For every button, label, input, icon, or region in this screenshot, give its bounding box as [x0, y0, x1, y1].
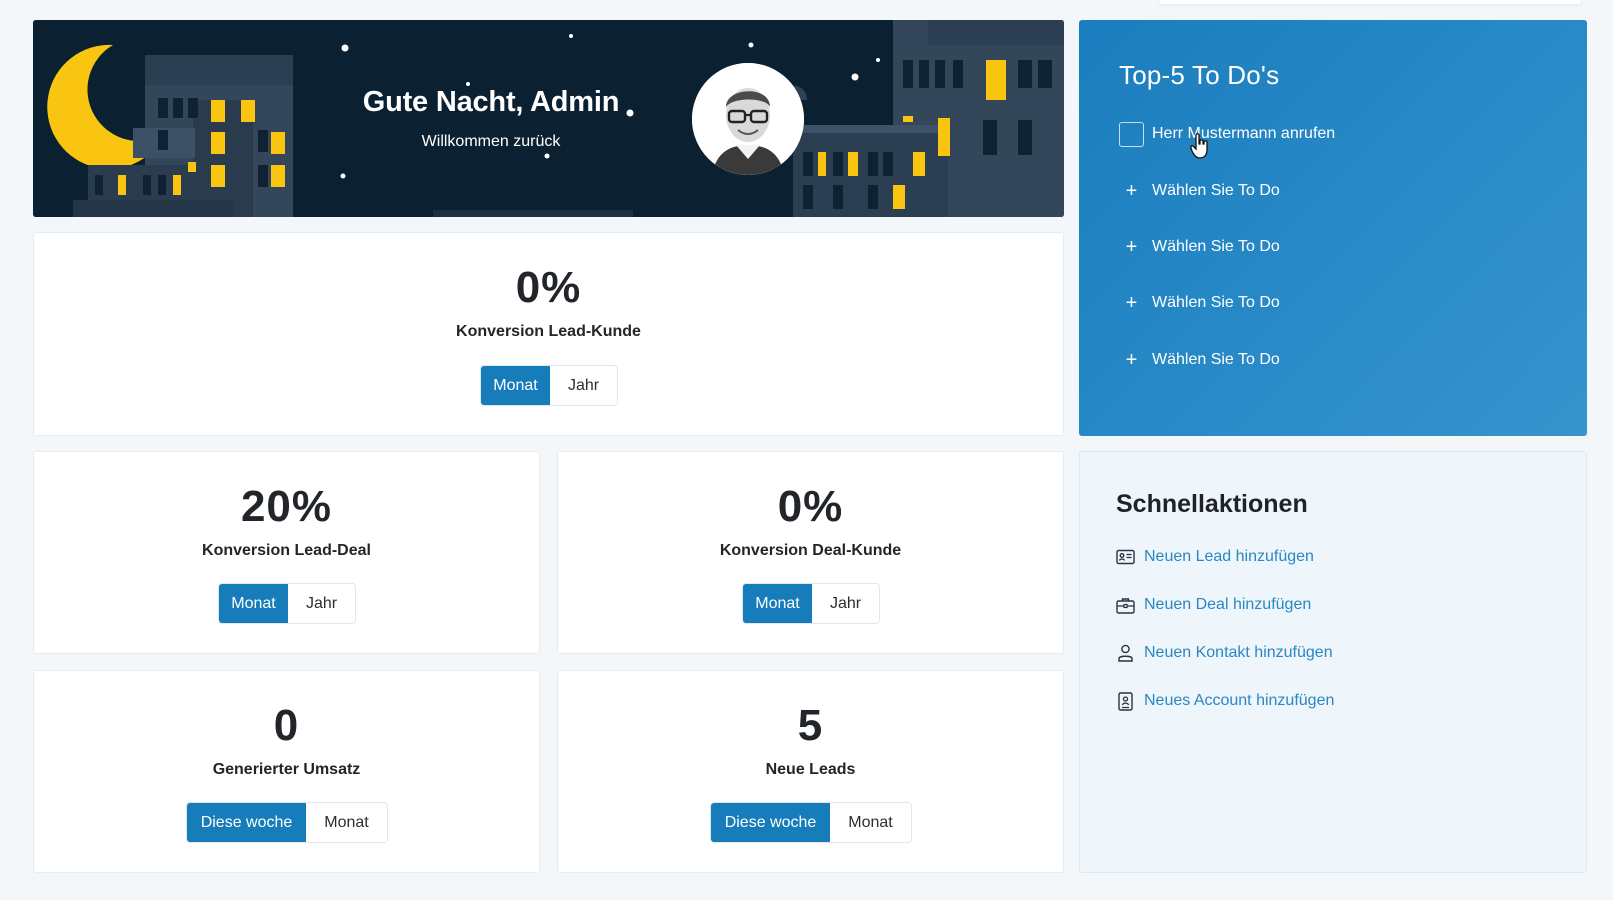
kpi-value: 20%	[240, 482, 333, 531]
kpi-label: Neue Leads	[765, 761, 856, 778]
toggle-diese-woche[interactable]: Diese woche	[711, 803, 830, 842]
toggle-monat[interactable]: Monat	[219, 584, 288, 623]
welcome-banner: Gute Nacht, Admin Willkommen zurück	[33, 20, 1064, 217]
todo-label: Wählen Sie To Do	[1152, 182, 1280, 199]
period-toggle: Monat Jahr	[218, 583, 356, 624]
user-avatar[interactable]	[692, 63, 804, 175]
toggle-jahr[interactable]: Jahr	[812, 584, 879, 623]
todo-panel: Top-5 To Do's Herr Mustermann anrufen + …	[1079, 20, 1587, 436]
todo-add-item[interactable]: + Wählen Sie To Do	[1119, 233, 1280, 261]
toggle-monat[interactable]: Monat	[830, 803, 911, 842]
kpi-label: Konversion Lead-Deal	[202, 542, 371, 559]
period-toggle: Monat Jahr	[742, 583, 880, 624]
toggle-jahr[interactable]: Jahr	[288, 584, 355, 623]
greeting-subtitle: Willkommen zurück	[421, 133, 561, 150]
kpi-value: 5	[797, 701, 824, 750]
plus-icon: +	[1125, 292, 1138, 314]
todo-title: Top-5 To Do's	[1119, 60, 1280, 90]
kpi-label: Konversion Lead-Kunde	[456, 323, 641, 340]
kpi-value: 0%	[515, 263, 582, 312]
todo-add-item[interactable]: + Wählen Sie To Do	[1119, 346, 1280, 374]
todo-add-item[interactable]: + Wählen Sie To Do	[1119, 177, 1280, 205]
quick-action-label: Neues Account hinzufügen	[1144, 692, 1335, 709]
toggle-monat[interactable]: Monat	[481, 366, 550, 405]
period-toggle: Monat Jahr	[480, 365, 618, 406]
toggle-jahr[interactable]: Jahr	[550, 366, 617, 405]
quick-action-add-deal[interactable]: Neuen Deal hinzufügen	[1116, 593, 1311, 617]
quick-action-label: Neuen Kontakt hinzufügen	[1144, 644, 1333, 661]
greeting-title: Gute Nacht, Admin	[362, 86, 620, 118]
quick-actions-panel: Schnellaktionen Neuen Lead hinzufügen Ne…	[1079, 451, 1587, 873]
kpi-value: 0	[273, 701, 300, 750]
todo-label: Wählen Sie To Do	[1152, 294, 1280, 311]
person-icon	[1118, 644, 1133, 662]
todo-checkbox[interactable]	[1119, 121, 1144, 147]
contact-book-icon	[1118, 691, 1133, 711]
kpi-card-lead-kunde: 0% Konversion Lead-Kunde Monat Jahr	[33, 232, 1064, 436]
kpi-card-lead-deal: 20% Konversion Lead-Deal Monat Jahr	[33, 451, 540, 654]
quick-action-label: Neuen Deal hinzufügen	[1144, 596, 1312, 613]
todo-label: Wählen Sie To Do	[1152, 351, 1280, 368]
plus-icon: +	[1125, 180, 1138, 202]
todo-item[interactable]: Herr Mustermann anrufen	[1119, 120, 1335, 148]
kpi-card-neue-leads: 5 Neue Leads Diese woche Monat	[557, 670, 1064, 873]
period-toggle: Diese woche Monat	[186, 802, 388, 843]
toggle-monat[interactable]: Monat	[743, 584, 812, 623]
kpi-label: Konversion Deal-Kunde	[719, 542, 902, 559]
pointer-cursor-icon	[1190, 133, 1208, 159]
todo-label: Herr Mustermann anrufen	[1152, 125, 1336, 142]
kpi-card-deal-kunde: 0% Konversion Deal-Kunde Monat Jahr	[557, 451, 1064, 654]
quick-action-add-contact[interactable]: Neuen Kontakt hinzufügen	[1116, 641, 1333, 665]
plus-icon: +	[1125, 349, 1138, 371]
quick-action-add-account[interactable]: Neues Account hinzufügen	[1116, 689, 1334, 713]
period-toggle: Diese woche Monat	[710, 802, 912, 843]
id-card-icon	[1116, 549, 1135, 565]
todo-add-item[interactable]: + Wählen Sie To Do	[1119, 289, 1280, 317]
todo-label: Wählen Sie To Do	[1152, 238, 1280, 255]
quick-action-add-lead[interactable]: Neuen Lead hinzufügen	[1116, 545, 1314, 569]
plus-icon: +	[1125, 236, 1138, 258]
quick-action-label: Neuen Lead hinzufügen	[1144, 548, 1314, 565]
toggle-monat[interactable]: Monat	[306, 803, 387, 842]
top-bar-edge	[1160, 0, 1580, 4]
toggle-diese-woche[interactable]: Diese woche	[187, 803, 306, 842]
kpi-card-umsatz: 0 Generierter Umsatz Diese woche Monat	[33, 670, 540, 873]
briefcase-icon	[1116, 597, 1135, 614]
quick-actions-title: Schnellaktionen	[1116, 490, 1308, 518]
user-avatar-icon	[692, 63, 804, 175]
kpi-value: 0%	[777, 482, 844, 531]
kpi-label: Generierter Umsatz	[212, 761, 361, 778]
